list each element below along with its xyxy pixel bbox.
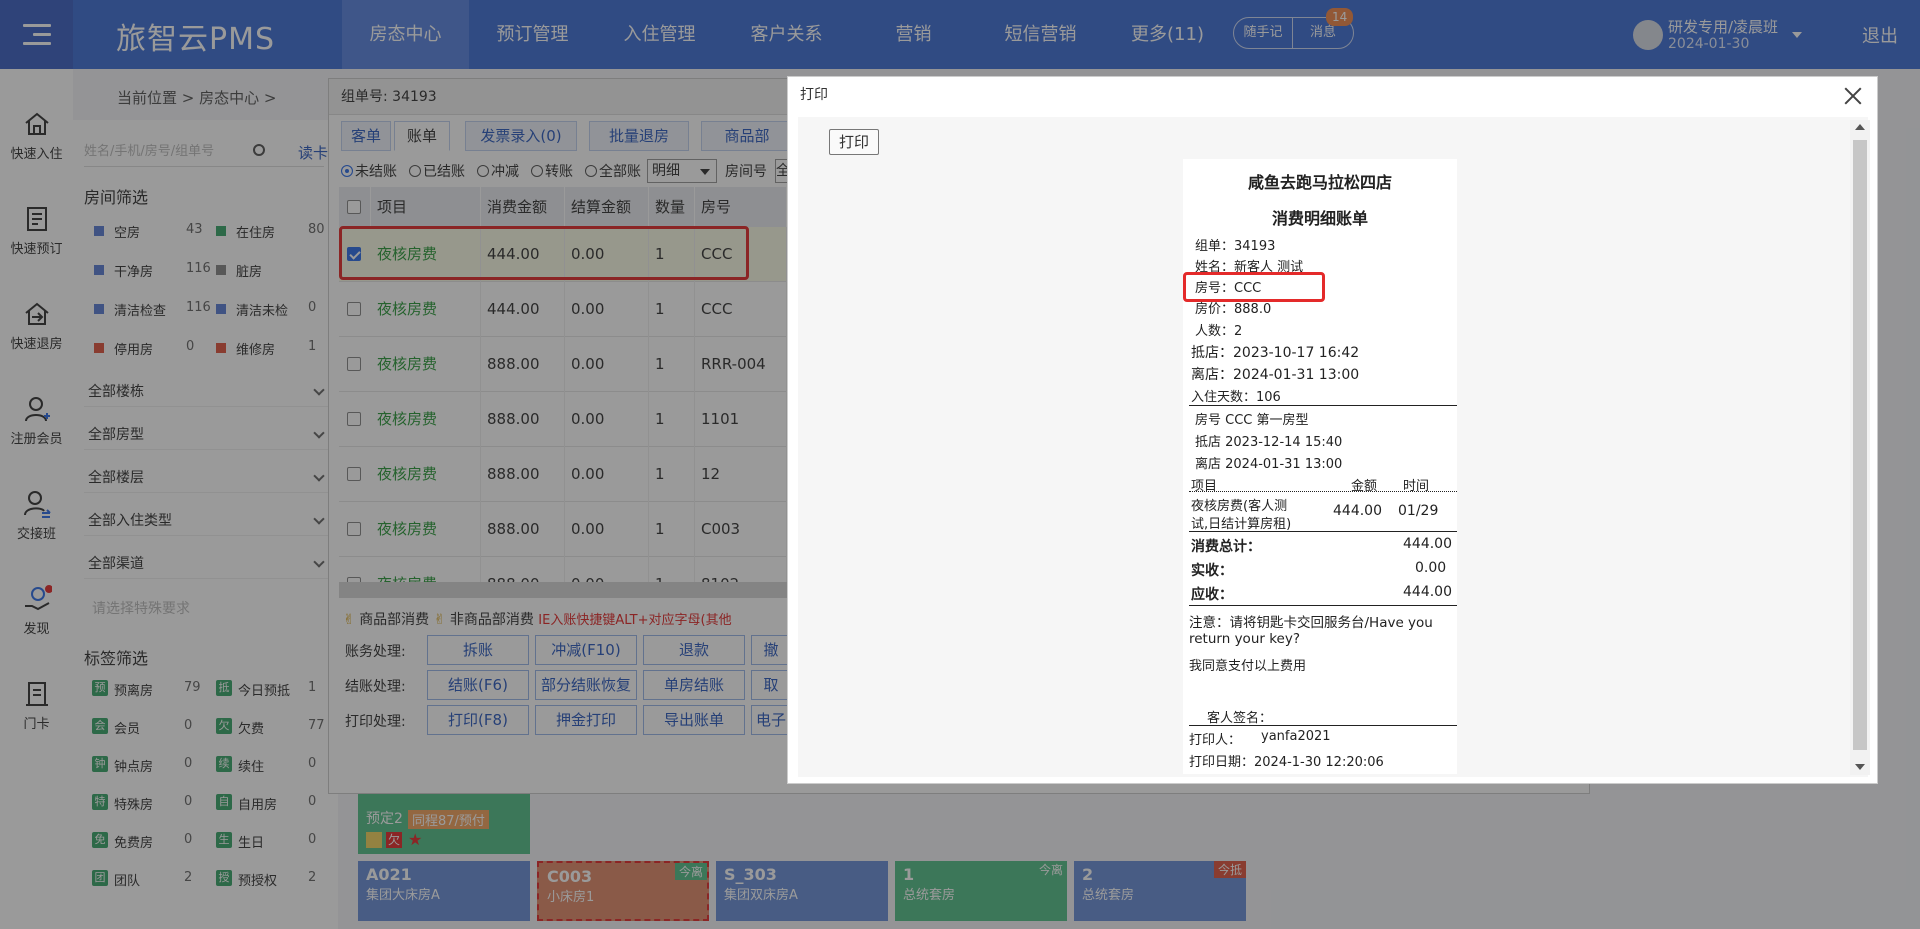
divider <box>1189 491 1457 492</box>
scroll-up-icon[interactable] <box>1855 124 1865 130</box>
scroll-down-icon[interactable] <box>1855 764 1865 770</box>
signature-line <box>1189 725 1457 726</box>
due-value: 444.00 <box>1403 584 1452 600</box>
receipt-price: 房价：888.0 <box>1195 302 1272 317</box>
receipt-room-type: 房号 CCC 第一房型 <box>1195 413 1309 428</box>
receipt-group: 组单：34193 <box>1195 239 1276 254</box>
notice-line2: return your key? <box>1189 631 1301 647</box>
print-date: 打印日期：2024-1-30 12:20:06 <box>1189 755 1384 770</box>
total-label: 消费总计： <box>1191 539 1261 555</box>
printer-label: 打印人： <box>1189 733 1242 748</box>
divider <box>1189 405 1457 406</box>
notice-line1: 注意：请将钥匙卡交回服务台/Have you <box>1189 615 1433 631</box>
receipt-depart2: 离店 2024-01-31 13:00 <box>1195 457 1343 472</box>
hotel-name: 咸鱼去跑马拉松四店 <box>1247 173 1392 192</box>
total-value: 444.00 <box>1403 536 1452 552</box>
receipt-arrive2: 抵店 2023-12-14 15:40 <box>1195 435 1343 450</box>
line-item-1: 夜核房费(客人测 <box>1191 499 1288 514</box>
paid-label: 实收： <box>1191 563 1233 579</box>
line-amount: 444.00 <box>1333 503 1382 519</box>
scrollbar-thumb[interactable] <box>1853 140 1867 750</box>
receipt-days: 入住天数：106 <box>1191 390 1281 405</box>
divider <box>1189 605 1457 606</box>
printer-value: yanfa2021 <box>1261 729 1331 744</box>
receipt-arrive: 抵店：2023-10-17 16:42 <box>1191 345 1360 361</box>
print-button[interactable]: 打印 <box>829 129 879 155</box>
receipt-depart: 离店：2024-01-31 13:00 <box>1191 367 1360 383</box>
due-label: 应收： <box>1191 587 1233 603</box>
signature-label: 客人签名： <box>1207 711 1273 726</box>
close-icon[interactable] <box>1842 85 1864 107</box>
divider <box>1189 531 1457 532</box>
agree-text: 我同意支付以上费用 <box>1189 659 1307 674</box>
line-time: 01/29 <box>1398 503 1439 519</box>
receipt-heading: 消费明细账单 <box>1271 209 1368 228</box>
receipt: 咸鱼去跑马拉松四店 消费明细账单 组单：34193 姓名：新客人 测试 房号：C… <box>1183 159 1457 774</box>
receipt-people: 人数：2 <box>1195 324 1243 339</box>
paid-value: 0.00 <box>1415 560 1447 576</box>
print-dialog-title: 打印 <box>800 87 828 103</box>
line-item-2: 试,日结计算房租) <box>1191 517 1292 532</box>
